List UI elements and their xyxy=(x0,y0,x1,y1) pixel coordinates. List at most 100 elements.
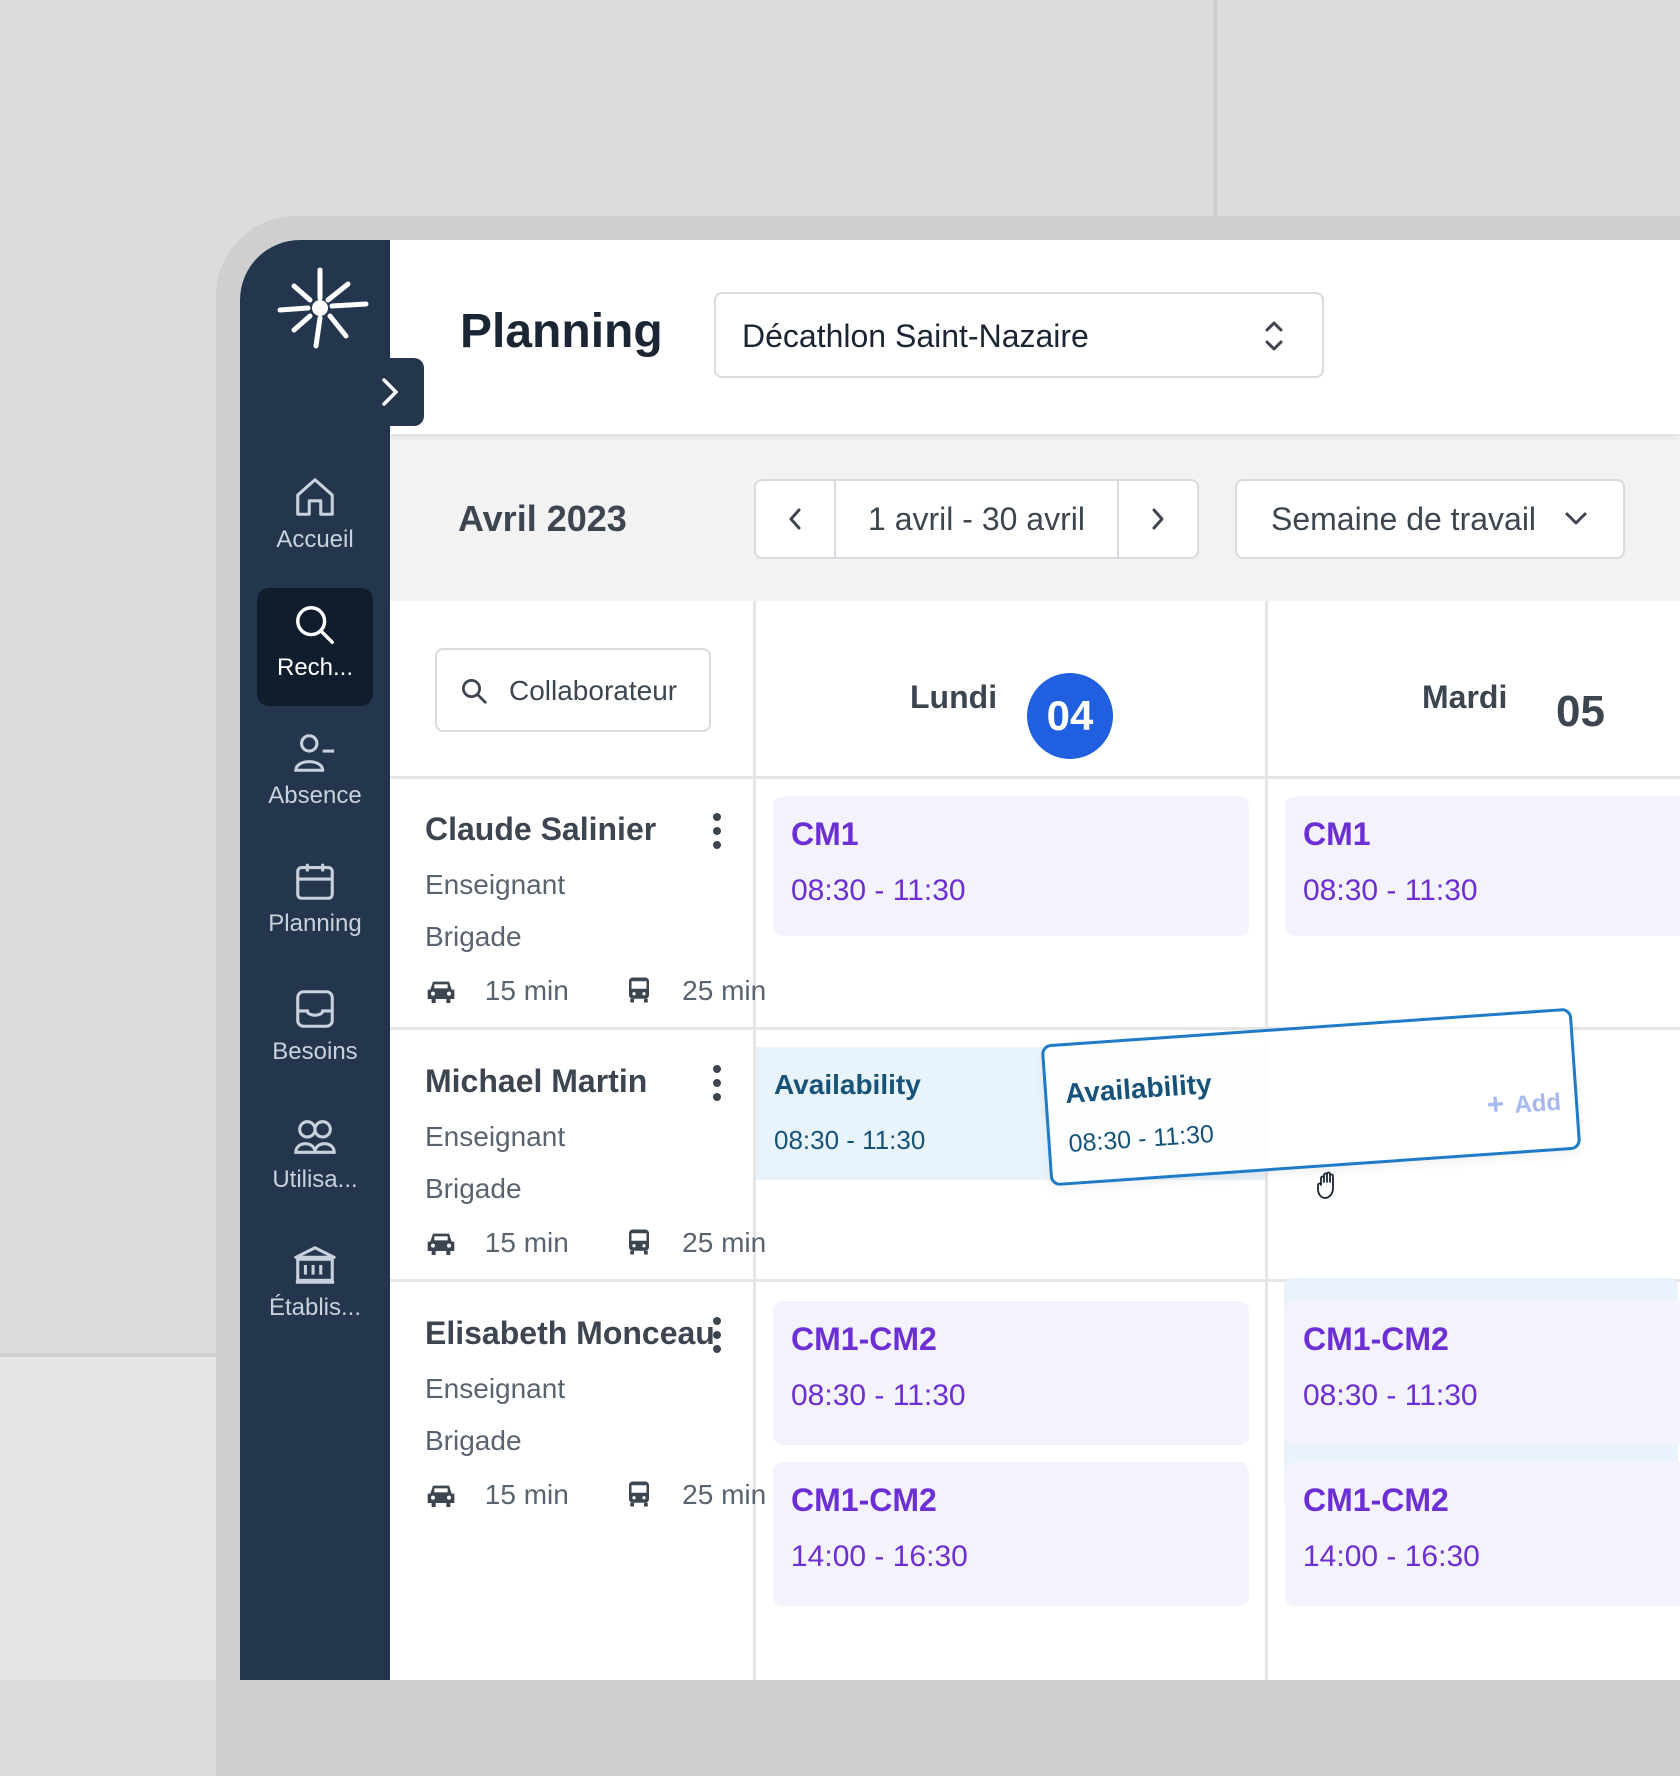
add-label: Add xyxy=(1513,1088,1562,1119)
chevron-right-icon xyxy=(1152,508,1164,530)
building-icon xyxy=(294,1246,336,1284)
collaborator-role: Enseignant xyxy=(425,1121,566,1152)
collaborator-role: Enseignant xyxy=(425,1373,566,1404)
nav-label: Rech... xyxy=(276,654,354,681)
store-select[interactable]: Décathlon Saint-Nazaire xyxy=(714,292,1324,378)
row-divider xyxy=(390,776,1680,779)
search-icon xyxy=(296,606,334,644)
add-availability-button[interactable]: + Add xyxy=(1486,1084,1562,1123)
nav-accueil[interactable]: Accueil xyxy=(257,460,373,578)
day-name-tuesday: Mardi xyxy=(1422,679,1508,715)
more-options-button[interactable] xyxy=(705,1315,729,1355)
commute-info: 15 min 25 min xyxy=(425,1479,766,1511)
nav-planning[interactable]: Planning xyxy=(257,844,373,962)
car-duration: 15 min xyxy=(484,1479,569,1510)
sidebar: Accueil Rech... Absence Planning Besoins… xyxy=(240,240,390,1680)
nav-label: Utilisa... xyxy=(272,1166,358,1193)
car-icon xyxy=(427,981,455,1003)
store-select-value: Décathlon Saint-Nazaire xyxy=(742,318,1089,354)
sidebar-expand-button[interactable] xyxy=(360,358,424,426)
collaborator-team: Brigade xyxy=(425,1425,522,1456)
kebab-menu-icon xyxy=(713,1065,721,1101)
shift-code: CM1 xyxy=(1303,816,1371,852)
availability-time: 08:30 - 11:30 xyxy=(1067,1119,1215,1158)
view-select[interactable]: Semaine de travail xyxy=(1235,479,1625,559)
kebab-menu-icon xyxy=(713,1317,721,1353)
users-icon xyxy=(294,1120,336,1154)
date-range-label[interactable]: 1 avril - 30 avril xyxy=(834,481,1119,557)
nav-etablissements[interactable]: Établis... xyxy=(257,1228,373,1346)
nav-besoins[interactable]: Besoins xyxy=(257,972,373,1090)
more-options-button[interactable] xyxy=(705,1063,729,1103)
collaborator-name[interactable]: Michael Martin xyxy=(425,1063,647,1100)
chevron-right-icon xyxy=(382,378,398,406)
kebab-menu-icon xyxy=(713,813,721,849)
background-panel xyxy=(0,1357,216,1680)
day-number-monday[interactable]: 04 xyxy=(1027,673,1113,759)
header: Planning Décathlon Saint-Nazaire xyxy=(390,240,1680,434)
shift-card[interactable]: CM1-CM2 14:00 - 16:30 xyxy=(773,1462,1249,1606)
plus-icon: + xyxy=(1485,1087,1506,1122)
chevron-left-icon xyxy=(789,508,801,530)
collaborator-search-input[interactable] xyxy=(507,664,701,718)
background-divider xyxy=(1213,0,1217,216)
more-options-button[interactable] xyxy=(705,811,729,851)
app-screen: Accueil Rech... Absence Planning Besoins… xyxy=(240,240,1680,1680)
shift-card[interactable]: CM1 08:30 - 11:30 xyxy=(1285,796,1680,936)
person-minus-icon xyxy=(294,734,335,772)
date-range-nav: 1 avril - 30 avril xyxy=(754,479,1199,559)
shift-code: CM1-CM2 xyxy=(1303,1321,1449,1357)
bus-icon xyxy=(629,1481,650,1507)
nav-label: Absence xyxy=(268,782,362,809)
toolbar: Avril 2023 1 avril - 30 avril Semaine de… xyxy=(390,434,1680,601)
search-icon xyxy=(462,679,487,704)
shift-time: 08:30 - 11:30 xyxy=(1303,874,1478,907)
shift-code: CM1-CM2 xyxy=(791,1482,937,1518)
day-name-monday: Lundi xyxy=(910,679,998,715)
bus-icon xyxy=(629,1229,650,1255)
collaborator-name[interactable]: Elisabeth Monceau xyxy=(425,1315,715,1352)
car-duration: 15 min xyxy=(484,975,569,1006)
sun-logo-icon xyxy=(270,258,370,358)
month-label: Avril 2023 xyxy=(458,498,627,539)
shift-code: CM1 xyxy=(791,816,859,852)
nav-label: Accueil xyxy=(276,526,354,553)
commute-info: 15 min 25 min xyxy=(425,975,766,1007)
bus-duration: 25 min xyxy=(682,975,767,1006)
prev-range-button[interactable] xyxy=(756,481,834,557)
car-icon xyxy=(427,1233,455,1255)
bus-duration: 25 min xyxy=(682,1479,767,1510)
next-range-button[interactable] xyxy=(1119,481,1197,557)
availability-label: Availability xyxy=(1064,1067,1213,1110)
grab-cursor-icon xyxy=(1317,1171,1334,1199)
chevron-down-icon xyxy=(1565,512,1587,525)
home-icon xyxy=(296,478,334,516)
view-select-value: Semaine de travail xyxy=(1271,501,1537,537)
chevron-updown-icon xyxy=(1265,321,1283,351)
collaborator-team: Brigade xyxy=(425,1173,522,1204)
shift-card[interactable]: CM1 08:30 - 11:30 xyxy=(773,796,1249,936)
availability-label: Availability xyxy=(774,1069,921,1100)
shift-time: 14:00 - 16:30 xyxy=(791,1540,968,1573)
nav-recherche[interactable]: Rech... xyxy=(257,588,373,706)
car-icon xyxy=(427,1485,455,1507)
inbox-icon xyxy=(296,990,334,1028)
collaborator-name[interactable]: Claude Salinier xyxy=(425,811,656,848)
bus-icon xyxy=(629,977,650,1003)
nav-utilisateurs[interactable]: Utilisa... xyxy=(257,1100,373,1218)
shift-time: 08:30 - 11:30 xyxy=(791,874,966,907)
shift-time: 08:30 - 11:30 xyxy=(1303,1379,1478,1412)
shift-card[interactable]: CM1-CM2 08:30 - 11:30 xyxy=(773,1301,1249,1445)
day-number-tuesday[interactable]: 05 xyxy=(1556,687,1605,737)
nav-absence[interactable]: Absence xyxy=(257,716,373,834)
car-duration: 15 min xyxy=(484,1227,569,1258)
nav-label: Planning xyxy=(268,910,362,937)
availability-time: 08:30 - 11:30 xyxy=(774,1125,926,1155)
shift-card[interactable]: CM1-CM2 14:00 - 16:30 xyxy=(1285,1462,1680,1606)
commute-info: 15 min 25 min xyxy=(425,1227,766,1259)
bus-duration: 25 min xyxy=(682,1227,767,1258)
shift-code: CM1-CM2 xyxy=(791,1321,937,1357)
collaborator-search[interactable] xyxy=(435,648,711,732)
nav-label: Établis... xyxy=(268,1294,362,1321)
shift-card[interactable]: CM1-CM2 08:30 - 11:30 xyxy=(1285,1301,1680,1445)
